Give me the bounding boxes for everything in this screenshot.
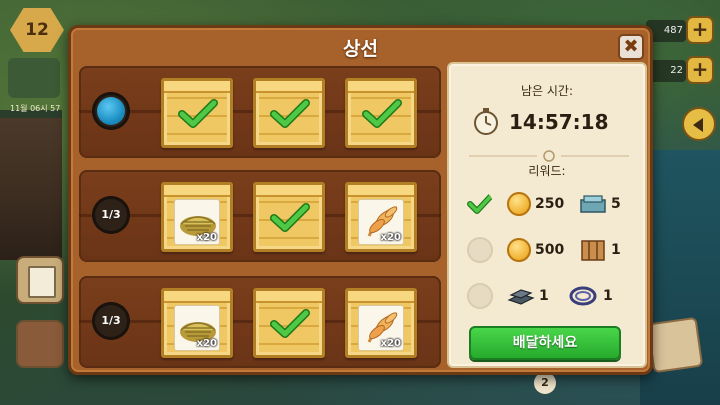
item-quantity: x20 [196,338,217,349]
item-amount: 1 [539,288,549,304]
expand-arrow-button[interactable] [682,107,716,141]
checkmark-icon [270,203,310,232]
crate-completed[interactable] [345,78,417,148]
gold-coin-icon [507,238,531,262]
item-amount: 5 [611,196,621,212]
shop-cart-button[interactable] [16,320,64,368]
ship-status-indicator [92,92,130,130]
claimed-checkmark-icon [467,193,493,214]
checkmark-icon [270,99,310,128]
item-amount: 1 [611,242,621,258]
reward-tier-row: 500 1 [463,234,639,266]
game-clock: 11월 06시 57 [10,104,61,113]
ship-progress-count: 1/3 [101,208,121,221]
crate-completed[interactable] [253,78,325,148]
warehouse-building [0,110,62,260]
unclaimed-slot [467,283,493,309]
shipment-row: 1/3 x20 x20 [79,170,441,262]
unclaimed-slot [467,237,493,263]
checkmark-icon [178,99,218,128]
add-resource-2-button[interactable]: + [686,56,714,84]
item-quantity: x20 [380,232,401,243]
coin-amount: 500 [535,242,565,258]
deliver-button[interactable]: 배달하세요 [469,326,621,360]
shipment-row: 1/3 x20 x20 [79,276,441,368]
crate-item-slot[interactable]: x20 [345,288,417,358]
countdown-timer: 14:57:18 [509,110,609,134]
item-amount: 1 [603,288,613,304]
crate-completed[interactable] [253,288,325,358]
checkmark-icon [362,99,402,128]
reward-tier-row: 1 1 [463,280,639,312]
merchant-ship-dialog: 상선 ✖ 1/3 x20 x20 1/3 x20 x20 남은 시간: 14:5… [68,25,653,375]
add-resource-1-button[interactable]: + [686,16,714,44]
time-remaining-label: 남은 시간: [520,84,574,98]
tree-cluster [8,58,60,98]
item-card: x20 [358,199,404,245]
crate-item-slot[interactable]: x20 [161,182,233,252]
shipment-row [79,66,441,158]
item-quantity: x20 [380,338,401,349]
ship-progress-indicator: 1/3 [92,196,130,234]
rewards-label: 리워드: [528,164,566,178]
crate-completed[interactable] [253,182,325,252]
wooden-crate-icon [581,240,605,261]
metal-box-icon [580,195,606,213]
tasks-clipboard-button[interactable] [16,256,64,304]
level-number: 12 [25,20,49,40]
reward-tier-row: 250 5 [463,188,639,220]
coin-amount: 250 [535,196,565,212]
crate-item-slot[interactable]: x20 [161,288,233,358]
item-card: x20 [358,305,404,351]
item-card: x20 [174,199,220,245]
dialog-title: 상선 [343,38,378,60]
stopwatch-icon [474,108,498,135]
item-card: x20 [174,305,220,351]
item-quantity: x20 [196,232,217,243]
crate-item-slot[interactable]: x20 [345,182,417,252]
close-button[interactable]: ✖ [618,34,644,60]
ship-progress-indicator: 1/3 [92,302,130,340]
reward-panel: 남은 시간: 14:57:18 리워드: 250 5 500 1 1 1 배달하… [447,62,647,368]
ship-wheel-divider [469,150,629,162]
iron-bar-icon [507,289,535,305]
crate-completed[interactable] [161,78,233,148]
ship-progress-count: 1/3 [101,314,121,327]
treasure-map-button[interactable] [646,316,704,374]
notification-badge: 2 [534,372,556,394]
rope-coil-icon [569,286,597,306]
checkmark-icon [270,309,310,338]
gold-coin-icon [507,192,531,216]
